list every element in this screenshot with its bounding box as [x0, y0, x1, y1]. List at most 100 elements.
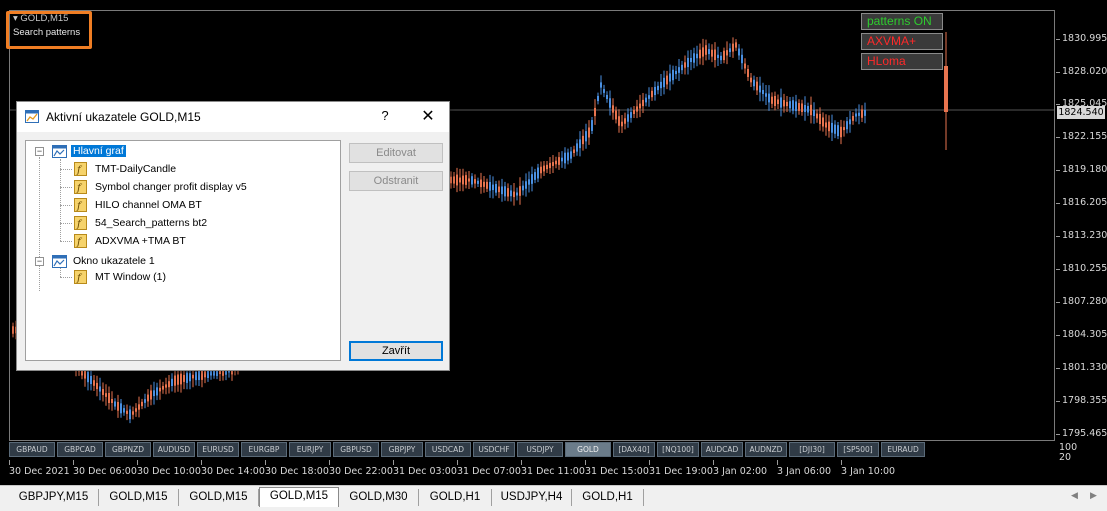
symbol-button[interactable]: [NQ100]: [657, 442, 699, 457]
symbol-button[interactable]: EURAUD: [881, 442, 925, 457]
time-label: 31 Dec 15:00: [585, 466, 649, 477]
price-tick: [1056, 203, 1060, 204]
chart-window-icon: [52, 144, 67, 158]
collapse-toggle-icon[interactable]: −: [35, 257, 44, 266]
remove-button[interactable]: Odstranit: [349, 171, 443, 191]
symbol-button[interactable]: AUDCAD: [701, 442, 743, 457]
price-tick: [1056, 137, 1060, 138]
tree-node-main-chart[interactable]: Hlavní graf: [52, 143, 126, 161]
tree-item-indicator[interactable]: f TMT-DailyCandle: [74, 161, 178, 179]
chart-tab[interactable]: GBPJPY,M15: [9, 489, 99, 506]
price-label: 1795.465: [1062, 428, 1107, 439]
price-tick: [1056, 236, 1060, 237]
symbol-button[interactable]: GBPCAD: [57, 442, 103, 457]
time-label: 3 Jan 02:00: [713, 466, 768, 477]
collapse-toggle-icon[interactable]: −: [35, 147, 44, 156]
tab-scroll-left-icon[interactable]: ◀: [1071, 490, 1078, 501]
price-label: 1807.280: [1062, 296, 1107, 307]
symbol-button[interactable]: USDCHF: [473, 442, 515, 457]
tree-item-indicator[interactable]: f HILO channel OMA BT: [74, 197, 204, 215]
price-tick: [1056, 434, 1060, 435]
tree-guide-line: [60, 187, 72, 188]
chart-tab[interactable]: USDJPY,H4: [492, 489, 572, 506]
tree-item-indicator[interactable]: f 54_Search_patterns bt2: [74, 215, 209, 233]
tree-item-indicator[interactable]: f Symbol changer profit display v5: [74, 179, 249, 197]
time-tick: [201, 460, 202, 465]
tree-guide-line: [60, 277, 72, 278]
time-tick: [393, 460, 394, 465]
chart-window-icon: [52, 254, 67, 268]
tree-guide-line: [60, 223, 72, 224]
symbol-button[interactable]: GBPAUD: [9, 442, 55, 457]
chart-tab[interactable]: GOLD,M15: [259, 487, 339, 507]
price-label: 1801.330: [1062, 362, 1107, 373]
symbol-button[interactable]: GOLD: [565, 442, 611, 457]
patterns-on-button[interactable]: patterns ON: [861, 13, 943, 30]
chart-tab[interactable]: GOLD,M15: [99, 489, 179, 506]
chart-tab[interactable]: GOLD,M15: [179, 489, 259, 506]
close-icon[interactable]: ✕: [419, 106, 437, 126]
symbol-button[interactable]: GBPNZD: [105, 442, 151, 457]
chart-tab-bar: GBPJPY,M15 GOLD,M15 GOLD,M15 GOLD,M15 GOLD,M…: [0, 485, 1107, 511]
collapse-triangle-icon[interactable]: ▾: [13, 13, 18, 24]
tree-item-indicator[interactable]: f MT Window (1): [74, 269, 168, 287]
price-tick: [1056, 104, 1060, 105]
price-label: 1819.180: [1062, 164, 1107, 175]
symbol-button[interactable]: EURGBP: [241, 442, 287, 457]
price-tick: [1056, 269, 1060, 270]
tab-scroll-right-icon[interactable]: ▶: [1090, 490, 1097, 501]
edit-button[interactable]: Editovat: [349, 143, 443, 163]
symbol-button[interactable]: USDJPY: [517, 442, 563, 457]
price-label: 1804.305: [1062, 329, 1107, 340]
time-tick: [137, 460, 138, 465]
indicator-icon: f: [74, 162, 87, 177]
symbol-button[interactable]: [DAX40]: [613, 442, 655, 457]
symbol-button[interactable]: EURJPY: [289, 442, 331, 457]
tree-node-label: Hlavní graf: [71, 145, 126, 157]
time-tick: [713, 460, 714, 465]
indicator-icon: f: [74, 234, 87, 249]
axvma-button[interactable]: AXVMA+: [861, 33, 943, 50]
symbol-button[interactable]: AUDNZD: [745, 442, 787, 457]
price-tick: [1056, 368, 1060, 369]
price-label: 1830.995: [1062, 33, 1107, 44]
price-axis[interactable]: 1830.995 1828.020 1825.045 1822.155 1819.180…: [1056, 0, 1107, 445]
chart-tab[interactable]: GOLD,H1: [419, 489, 492, 506]
symbol-button[interactable]: GBPJPY: [381, 442, 423, 457]
indicator-tree[interactable]: − Hlavní graf f TMT-DailyCandle f Symbol c…: [25, 140, 341, 361]
dialog-titlebar[interactable]: Aktivní ukazatele GOLD,M15 ? ✕: [17, 102, 449, 132]
time-tick: [521, 460, 522, 465]
symbol-button[interactable]: [SP500]: [837, 442, 879, 457]
price-tick: [1056, 39, 1060, 40]
hloma-button[interactable]: HLoma: [861, 53, 943, 70]
axvma-label: AXVMA+: [867, 34, 917, 48]
time-label: 31 Dec 19:00: [649, 466, 713, 477]
price-tick: [1056, 170, 1060, 171]
time-tick: [329, 460, 330, 465]
chart-symbol-title[interactable]: ▾ GOLD,M15: [13, 13, 68, 24]
hloma-label: HLoma: [867, 54, 906, 68]
time-label: 30 Dec 14:00: [201, 466, 265, 477]
symbol-button[interactable]: [DJI30]: [789, 442, 835, 457]
price-label: 1798.355: [1062, 395, 1107, 406]
close-button[interactable]: Zavřít: [349, 341, 443, 361]
help-button[interactable]: ?: [377, 108, 393, 123]
symbol-button[interactable]: GBPUSD: [333, 442, 379, 457]
time-label: 30 Dec 10:00: [137, 466, 201, 477]
chart-tab[interactable]: GOLD,M30: [339, 489, 419, 506]
subwindow-min-label: 20: [1059, 452, 1072, 463]
symbol-button[interactable]: AUDUSD: [153, 442, 195, 457]
time-label: 30 Dec 22:00: [329, 466, 393, 477]
symbol-button[interactable]: USDCAD: [425, 442, 471, 457]
symbol-button[interactable]: EURUSD: [197, 442, 239, 457]
chart-tab[interactable]: GOLD,H1: [572, 489, 644, 506]
time-tick: [585, 460, 586, 465]
price-label: 1810.255: [1062, 263, 1107, 274]
tree-item-indicator[interactable]: f ADXVMA +TMA BT: [74, 233, 188, 251]
time-label: 3 Jan 10:00: [841, 466, 896, 477]
time-label: 31 Dec 07:00: [457, 466, 521, 477]
time-tick: [73, 460, 74, 465]
tree-guide-line: [60, 159, 61, 241]
time-tick: [841, 460, 842, 465]
time-tick: [777, 460, 778, 465]
